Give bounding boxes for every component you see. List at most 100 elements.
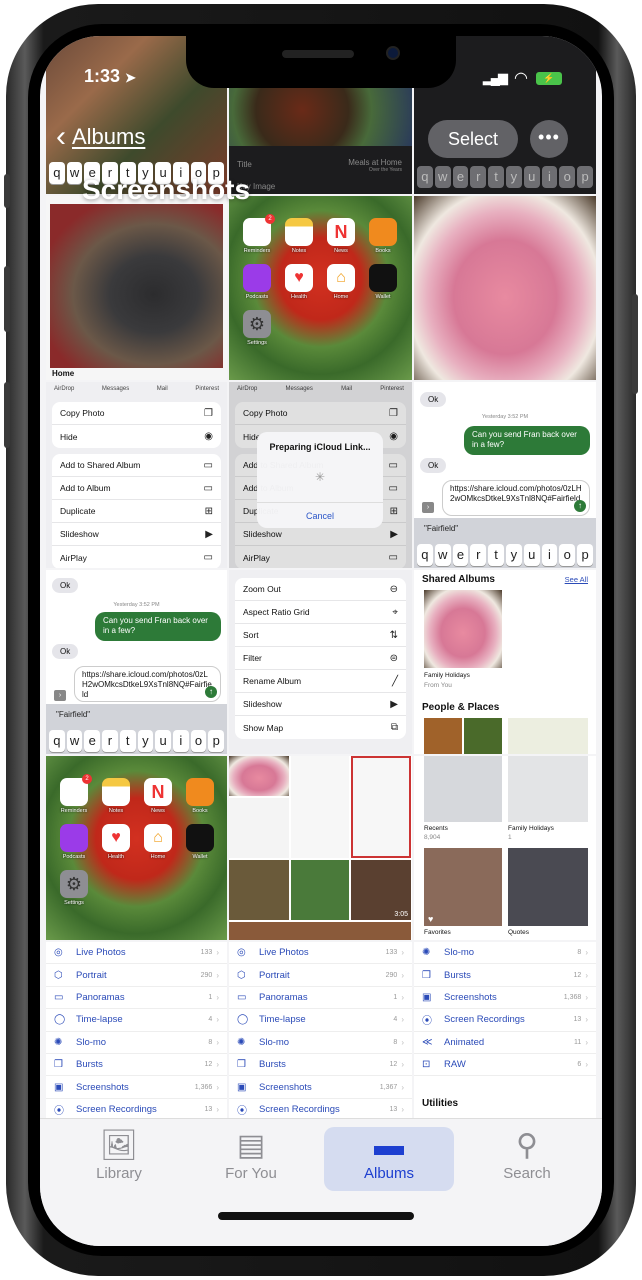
home-house-icon: ⌂ bbox=[144, 824, 172, 852]
app-label: Notes bbox=[291, 248, 307, 254]
favorites-cover: ♥ bbox=[424, 848, 502, 926]
library-photos-icon: 🖼 bbox=[99, 1129, 139, 1162]
media-type-label: Time-lapse bbox=[76, 1014, 123, 1026]
media-type-count: 8 bbox=[208, 1038, 213, 1046]
thumbnail[interactable]: ✺ Slo-mo 8 › ❒ Bursts 12 › ▣ Screenshots 1,368 › ⦿ Sc… bbox=[414, 942, 596, 1128]
key: w bbox=[434, 166, 451, 188]
app-drawer-icon: › bbox=[54, 690, 66, 701]
app-label: Settings bbox=[64, 900, 84, 906]
media-type-count: 1 bbox=[393, 993, 398, 1001]
quotes-cover bbox=[508, 848, 588, 926]
media-type-label: Portrait bbox=[259, 969, 290, 981]
thumbnail[interactable] bbox=[414, 196, 596, 380]
see-all-link: See All bbox=[564, 575, 588, 584]
media-type-count: 8 bbox=[577, 949, 582, 957]
media-types-list: ◎ Live Photos 133 › ⬡ Portrait 290 › ▭ Panoramas 1… bbox=[46, 942, 227, 1128]
tab-library[interactable]: 🖼 Library bbox=[54, 1127, 184, 1191]
chevron-right-icon: › bbox=[585, 1037, 588, 1047]
thumbnail[interactable]: Recents 8,904 Family Holidays 1 ♥ Favori… bbox=[414, 756, 596, 940]
thumbnail[interactable]: ◎ Live Photos 133 › ⬡ Portrait 290 › ▭ Panoramas 1… bbox=[46, 942, 227, 1128]
badge: 2 bbox=[82, 774, 92, 784]
thumbnail[interactable]: 2 Reminders Notes N News Books Podcasts ♥ H… bbox=[229, 196, 412, 380]
search-icon: ⚲ bbox=[516, 1129, 538, 1162]
shared-album-subtitle: From You bbox=[424, 682, 452, 689]
chevron-right-icon: › bbox=[401, 1060, 404, 1070]
chevron-right-icon: › bbox=[216, 1082, 219, 1092]
menu-item: Rename Album ╱ bbox=[235, 670, 406, 693]
thumbnail[interactable]: AirDrop Messages Mail Pinterest Copy Pho… bbox=[229, 382, 412, 568]
key: q bbox=[417, 166, 433, 188]
home-indicator[interactable] bbox=[218, 1212, 414, 1220]
media-type-count: 1 bbox=[208, 993, 213, 1001]
media-type-count: 133 bbox=[385, 949, 398, 957]
thumbnail[interactable]: 2 Reminders Notes N News Books Podcasts ♥ H… bbox=[46, 756, 227, 940]
key: y bbox=[505, 166, 522, 188]
books-icon bbox=[186, 778, 214, 806]
settings-gear-icon: ⚙ bbox=[60, 870, 88, 898]
back-button[interactable]: ‹ Albums bbox=[56, 120, 145, 153]
thumbnail[interactable]: Ok Yesterday 3:52 PM Can you send Fran b… bbox=[46, 570, 227, 754]
key: y bbox=[137, 730, 154, 752]
media-type-count: 6 bbox=[577, 1061, 582, 1069]
more-options-button[interactable]: ••• bbox=[530, 120, 568, 158]
aspect-ratio-icon: ⌖ bbox=[392, 606, 398, 618]
album-name: Favorites bbox=[424, 929, 451, 936]
media-type-count: 290 bbox=[385, 971, 398, 979]
menu-label: Slideshow bbox=[243, 699, 282, 709]
app-label: Health bbox=[108, 854, 124, 860]
messages-preview: Ok Yesterday 3:52 PM Can you send Fran b… bbox=[414, 382, 596, 568]
thumbnail[interactable]: Ok Yesterday 3:52 PM Can you send Fran b… bbox=[414, 382, 596, 568]
timestamp: Yesterday 3:52 PM bbox=[113, 602, 160, 608]
media-type-count: 11 bbox=[574, 1038, 582, 1046]
media-type-label: Screenshots bbox=[76, 1081, 129, 1093]
thumbnail[interactable]: 3:05 bbox=[229, 756, 412, 940]
panorama-icon: ▭ bbox=[237, 991, 247, 1003]
media-type-label: Panoramas bbox=[259, 991, 308, 1003]
messages-preview: Ok Yesterday 3:52 PM Can you send Fran b… bbox=[46, 570, 227, 754]
media-types-list: ◎ Live Photos 133 › ⬡ Portrait 290 › ▭ Panoramas 1… bbox=[229, 942, 412, 1128]
clock: 1:33 bbox=[84, 66, 121, 86]
chevron-right-icon: › bbox=[216, 948, 219, 958]
tab-search[interactable]: ⚲ Search bbox=[462, 1127, 592, 1191]
menu-item: Aspect Ratio Grid ⌖ bbox=[235, 601, 406, 624]
media-type-label: Screenshots bbox=[259, 1081, 312, 1093]
zoom-out-icon: ⊖ bbox=[389, 583, 398, 595]
media-type-count: 13 bbox=[204, 1105, 213, 1113]
screen: q w e r t y u i o p Title Meals at Home … bbox=[40, 36, 602, 1246]
screen-recording-icon: ⦿ bbox=[422, 1016, 432, 1028]
shared-albums-header: Shared Albums bbox=[422, 574, 495, 585]
timelapse-icon: ◯ bbox=[237, 1014, 249, 1026]
chevron-left-icon: ‹ bbox=[56, 120, 66, 153]
menu-item: Sort ⇅ bbox=[235, 624, 406, 647]
media-type-count: 1,367 bbox=[379, 1083, 398, 1091]
memory-title-text: Meals at Home bbox=[348, 158, 402, 167]
key: w bbox=[66, 730, 83, 752]
app-icon-settings: ⚙ Settings bbox=[243, 310, 271, 346]
tab-albums[interactable]: ▬ Albums bbox=[324, 1127, 454, 1191]
app-icon-health: ♥ Health bbox=[285, 264, 313, 300]
thumbnail[interactable]: Home bbox=[46, 196, 227, 380]
menu-label: Show Map bbox=[243, 722, 284, 733]
menu-item: Duplicate ⊞ bbox=[52, 500, 221, 523]
tab-for-you[interactable]: ▤ For You bbox=[186, 1127, 316, 1191]
thumbnail[interactable]: Zoom Out ⊖ Aspect Ratio Grid ⌖ Sort ⇅ Filte… bbox=[229, 570, 412, 754]
books-icon bbox=[369, 218, 397, 246]
media-type-label: Panoramas bbox=[76, 991, 125, 1003]
share-app-label: Pinterest bbox=[195, 386, 219, 392]
select-button[interactable]: Select bbox=[428, 120, 518, 158]
settings-gear-icon: ⚙ bbox=[243, 310, 271, 338]
thumbnail[interactable]: ◎ Live Photos 133 › ⬡ Portrait 290 › ▭ Panoramas 1… bbox=[229, 942, 412, 1128]
thumbnail[interactable]: AirDrop Messages Mail Pinterest Copy Pho… bbox=[46, 382, 227, 568]
keyboard: q w e r t y u i o p bbox=[46, 726, 227, 754]
screenshot-icon: ▣ bbox=[54, 1081, 64, 1093]
app-label: Podcasts bbox=[62, 854, 86, 860]
media-type-row: ▭ Panoramas 1 › bbox=[46, 987, 227, 1010]
app-icon-settings: ⚙ Settings bbox=[60, 870, 88, 906]
key: w bbox=[434, 544, 451, 566]
media-type-row: ❒ Bursts 12 › bbox=[414, 964, 596, 987]
media-type-label: Portrait bbox=[76, 969, 107, 981]
keyboard-row: q w e r t y u i o p bbox=[46, 730, 227, 752]
compose-text: https://share.icloud.com/photos/0zLH2wOM… bbox=[450, 484, 582, 503]
thumbnail[interactable]: Shared Albums See All Family Holidays Fr… bbox=[414, 570, 596, 754]
chevron-right-icon: › bbox=[401, 970, 404, 980]
